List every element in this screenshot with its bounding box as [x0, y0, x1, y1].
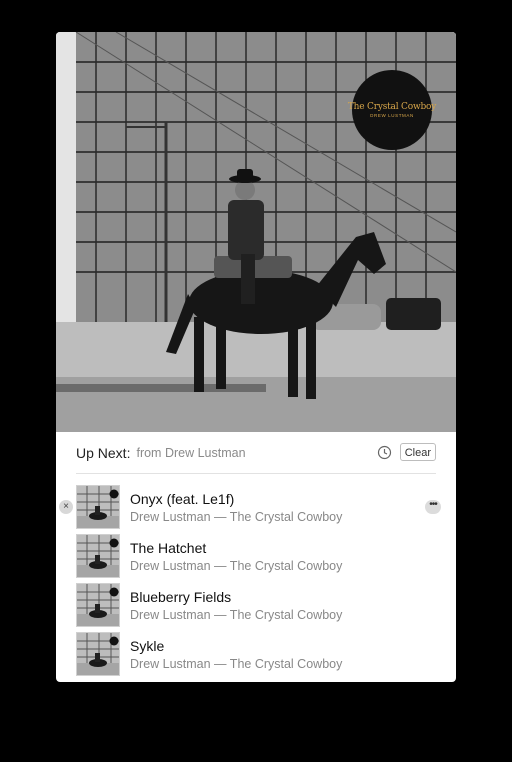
track-row[interactable]: The Hatchet Drew Lustman — The Crystal C…: [56, 530, 456, 579]
up-next-label: Up Next:: [76, 444, 131, 461]
track-artwork: [76, 534, 120, 578]
up-next-panel: The Crystal Cowboy DREW LUSTMAN Up Next:…: [56, 32, 456, 682]
up-next-header: Up Next: from Drew Lustman Clear: [76, 432, 436, 474]
track-row[interactable]: Sykle Drew Lustman — The Crystal Cowboy: [56, 628, 456, 677]
track-subtitle: Drew Lustman — The Crystal Cowboy: [130, 657, 343, 671]
clear-button[interactable]: Clear: [399, 443, 436, 461]
up-next-source: from Drew Lustman: [136, 445, 246, 460]
album-badge: The Crystal Cowboy DREW LUSTMAN: [348, 70, 436, 150]
track-title: Onyx (feat. Le1f): [130, 491, 235, 507]
ellipsis-icon[interactable]: •••: [425, 500, 441, 514]
track-row[interactable]: Blueberry Fields Drew Lustman — The Crys…: [56, 579, 456, 628]
track-row[interactable]: × Onyx (feat. Le1f) Drew Lustman — The C…: [56, 481, 456, 530]
track-title: The Hatchet: [130, 540, 207, 556]
track-subtitle: Drew Lustman — The Crystal Cowboy: [130, 608, 343, 622]
track-artwork: [76, 583, 120, 627]
track-artwork: [76, 632, 120, 676]
clock-icon[interactable]: [377, 445, 392, 460]
track-list: × Onyx (feat. Le1f) Drew Lustman — The C…: [56, 481, 456, 677]
track-subtitle: Drew Lustman — The Crystal Cowboy: [130, 510, 343, 524]
track-title: Sykle: [130, 638, 165, 654]
album-badge-artist: DREW LUSTMAN: [370, 113, 414, 118]
close-icon[interactable]: ×: [59, 500, 73, 514]
track-title: Blueberry Fields: [130, 589, 232, 605]
album-artwork: The Crystal Cowboy DREW LUSTMAN: [56, 32, 456, 432]
track-subtitle: Drew Lustman — The Crystal Cowboy: [130, 559, 343, 573]
album-badge-title: The Crystal Cowboy: [347, 102, 437, 112]
track-artwork: [76, 485, 120, 529]
